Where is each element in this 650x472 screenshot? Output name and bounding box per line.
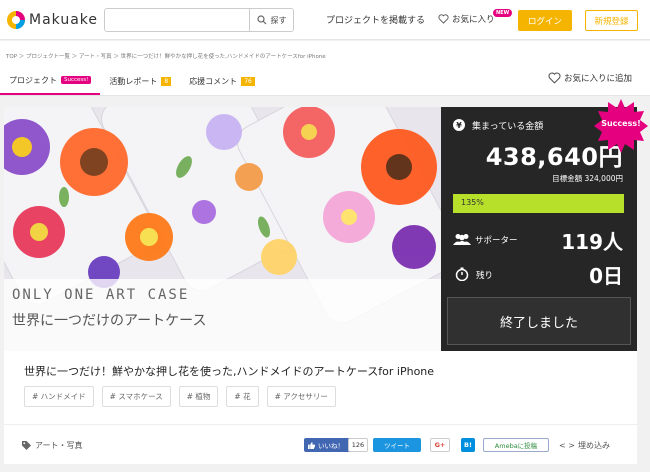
share-bar: アート・写真 いいね！ 126 ツイート G+ B! Amebaに投稿 < > … [4, 424, 637, 464]
tab-activity-report-count: 8 [161, 76, 172, 86]
thumbs-up-icon [308, 441, 315, 449]
tab-support-comments-label: 応援コメント [189, 76, 238, 86]
breadcrumb[interactable]: TOP ＞ プロジェクト一覧 ＞ アート・写真 ＞ 世界に一つだけ！鮮やかな押し… [6, 52, 326, 60]
stopwatch-icon [455, 267, 469, 281]
register-button[interactable]: 新規登録 [585, 10, 638, 31]
tweet-label: ツイート [384, 442, 410, 450]
yen-icon: ¥ [453, 119, 465, 131]
logo-mark-icon [7, 11, 25, 29]
project-main-image: ONLY ONE ART CASE 世界に一つだけのアートケース [4, 107, 441, 351]
tab-project-label: プロジェクト [9, 75, 57, 85]
sub-navigation: TOP ＞ プロジェクト一覧 ＞ アート・写真 ＞ 世界に一つだけ！鮮やかな押し… [0, 41, 650, 96]
google-plus-button[interactable]: G+ [430, 438, 450, 452]
tag-list: # ハンドメイド # スマホケース # 植物 # 花 # アクセサリー [24, 386, 336, 407]
search-box: 探す [104, 8, 294, 32]
funding-progress-bar: 135% [453, 194, 624, 213]
facebook-like-label: いいね！ [318, 442, 344, 450]
success-badge-label: Success! [601, 119, 641, 128]
image-caption-japanese: 世界に一つだけのアートケース [12, 313, 207, 329]
search-button[interactable]: 探す [249, 9, 293, 31]
heart-icon [438, 14, 449, 24]
embed-button[interactable]: < > 埋め込み [559, 440, 610, 451]
tag-accessories[interactable]: # アクセサリー [266, 386, 336, 407]
search-button-label: 探す [270, 15, 287, 25]
tag-handmade[interactable]: # ハンドメイド [24, 386, 94, 407]
site-header: Makuake 探す プロジェクトを掲載する お気に入り NEW ログイン 新規… [0, 0, 650, 40]
tag-phone-case[interactable]: # スマホケース [101, 386, 171, 407]
tag-flower[interactable]: # 花 [226, 386, 259, 407]
tab-success-badge: Success! [61, 76, 92, 84]
favorites-label: お気に入り [452, 15, 495, 25]
image-caption-english: ONLY ONE ART CASE [12, 287, 190, 303]
tab-support-comments[interactable]: 応援コメント 76 [180, 67, 264, 95]
project-tabs: プロジェクト Success! 活動レポート 8 応援コメント 76 [0, 67, 264, 95]
ameba-post-button[interactable]: Amebaに投稿 [483, 438, 549, 452]
supporters-count: 119人 [561, 230, 623, 254]
add-favorite-label: お気に入りに追加 [564, 74, 633, 84]
search-input[interactable] [105, 9, 249, 31]
tab-support-comments-count: 76 [241, 76, 255, 86]
add-favorite-button[interactable]: お気に入りに追加 [548, 72, 632, 84]
tab-project[interactable]: プロジェクト Success! [0, 67, 101, 95]
supporters-icon [453, 234, 471, 245]
tweet-button[interactable]: ツイート [373, 438, 421, 452]
favorites-link[interactable]: お気に入り [438, 13, 495, 25]
category-link[interactable]: アート・写真 [22, 440, 83, 451]
new-badge: NEW [493, 9, 513, 17]
facebook-like-count: 126 [348, 438, 368, 452]
embed-label: 埋め込み [577, 441, 610, 450]
goal-amount: 目標金額 324,000円 [552, 174, 623, 183]
remaining-label: 残り [476, 271, 494, 281]
heart-icon [548, 72, 561, 84]
post-project-link[interactable]: プロジェクトを掲載する [326, 13, 425, 26]
supporters-label: サポーター [475, 236, 518, 246]
search-icon [256, 15, 266, 25]
category-label: アート・写真 [35, 441, 83, 450]
project-ended-button: 終了しました [447, 297, 631, 345]
remaining-days: 0日 [589, 264, 623, 288]
logo-text: Makuake [29, 12, 99, 28]
project-title-card: 世界に一つだけ！鮮やかな押し花を使った,ハンドメイドのアートケースfor iPh… [4, 351, 637, 424]
login-button[interactable]: ログイン [518, 10, 572, 31]
tag-icon [22, 441, 31, 450]
project-title: 世界に一つだけ！鮮やかな押し花を使った,ハンドメイドのアートケースfor iPh… [24, 365, 435, 378]
embed-code-icon: < > [559, 441, 575, 450]
progress-label: 135% [461, 198, 484, 207]
tab-activity-report[interactable]: 活動レポート 8 [100, 67, 180, 95]
makuake-logo[interactable]: Makuake [6, 9, 98, 31]
hatena-bookmark-button[interactable]: B! [461, 438, 475, 452]
amount-label: 集まっている金額 [472, 122, 544, 132]
tab-activity-report-label: 活動レポート [109, 76, 158, 86]
tag-plants[interactable]: # 植物 [178, 386, 219, 407]
